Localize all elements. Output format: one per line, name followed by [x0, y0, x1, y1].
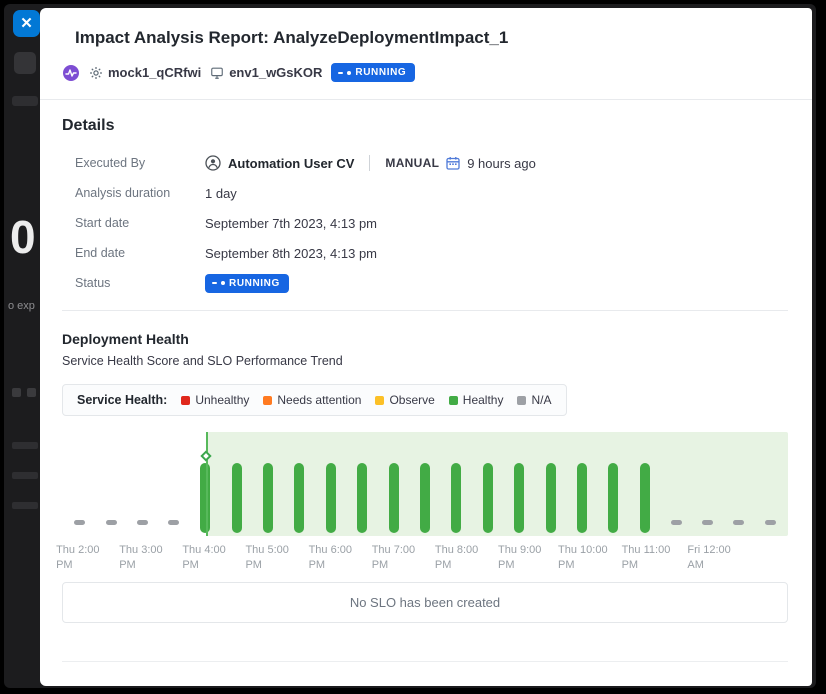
health-bar[interactable]: [95, 432, 126, 536]
health-bar[interactable]: [598, 432, 629, 536]
service-health-legend: Service Health: Unhealthy Needs attentio…: [62, 384, 567, 416]
health-bar[interactable]: [535, 432, 566, 536]
calendar-icon: [446, 156, 460, 170]
srm-module-icon: [62, 64, 80, 82]
x-axis-label: Thu 6:00PM: [309, 543, 352, 573]
environment-name-label: env1_wGsKOR: [229, 65, 322, 80]
health-bar[interactable]: [566, 432, 597, 536]
detail-row-executed-by: Executed By Automation User CV MANUAL 9 …: [75, 148, 788, 178]
health-bar[interactable]: [221, 432, 252, 536]
slo-empty-state: No SLO has been created: [62, 582, 788, 623]
health-bar[interactable]: [692, 432, 723, 536]
health-bar[interactable]: [315, 432, 346, 536]
health-bar[interactable]: [441, 432, 472, 536]
running-pulse-icon: [338, 72, 343, 74]
health-score-chart: Thu 2:00PMThu 3:00PMThu 4:00PMThu 5:00PM…: [62, 432, 788, 572]
health-bar[interactable]: [755, 432, 786, 536]
running-pulse-icon: [212, 282, 217, 284]
healthy-swatch: [449, 396, 458, 405]
detail-row-duration: Analysis duration 1 day: [75, 178, 788, 208]
x-axis-label: Thu 11:00PM: [622, 543, 671, 573]
executed-time: 9 hours ago: [467, 156, 536, 171]
x-axis-labels: Thu 2:00PMThu 3:00PMThu 4:00PMThu 5:00PM…: [62, 536, 788, 572]
detail-row-status: Status RUNNING: [75, 268, 788, 298]
na-swatch: [517, 396, 526, 405]
analysis-duration-value: 1 day: [205, 186, 237, 201]
deployment-marker[interactable]: [206, 432, 208, 536]
impact-analysis-drawer: Impact Analysis Report: AnalyzeDeploymen…: [40, 8, 812, 686]
x-axis-label: Fri 12:00AM: [687, 543, 730, 573]
legend-title: Service Health:: [77, 393, 167, 407]
background-chip: [12, 96, 38, 106]
x-axis-label: Thu 4:00PM: [182, 543, 225, 573]
x-axis-label: Thu 5:00PM: [245, 543, 288, 573]
gear-icon: [89, 66, 103, 80]
service-name[interactable]: mock1_qCRfwi: [89, 65, 201, 80]
background-table-row: [12, 472, 38, 479]
x-axis-label: Thu 9:00PM: [498, 543, 541, 573]
footer-divider: [62, 661, 788, 662]
detail-row-end-date: End date September 8th 2023, 4:13 pm: [75, 238, 788, 268]
background-table-row: [12, 442, 38, 449]
drawer-header: Impact Analysis Report: AnalyzeDeploymen…: [40, 8, 812, 48]
executed-by-user: Automation User CV: [228, 156, 354, 171]
divider: [62, 310, 788, 311]
deployment-health-section: Deployment Health Service Health Score a…: [40, 331, 812, 662]
status-badge: RUNNING: [331, 63, 415, 82]
health-bar[interactable]: [252, 432, 283, 536]
user-icon: [205, 155, 221, 171]
health-bar[interactable]: [347, 432, 378, 536]
end-date-value: September 8th 2023, 4:13 pm: [205, 246, 377, 261]
needs-attention-swatch: [263, 396, 272, 405]
health-bar[interactable]: [409, 432, 440, 536]
details-section: Details Executed By Automation User CV M…: [40, 117, 812, 311]
health-bar[interactable]: [472, 432, 503, 536]
observe-swatch: [375, 396, 384, 405]
health-bar[interactable]: [660, 432, 691, 536]
environment-name[interactable]: env1_wGsKOR: [210, 65, 322, 80]
background-table-row: [12, 502, 38, 509]
legend-item-needs-attention: Needs attention: [263, 393, 361, 407]
x-axis-label: Thu 7:00PM: [372, 543, 415, 573]
close-button[interactable]: ✕: [13, 10, 40, 37]
background-menu-icon: [14, 52, 36, 74]
background-count: 0: [10, 210, 36, 264]
status-badge-label: RUNNING: [355, 67, 406, 78]
start-date-value: September 7th 2023, 4:13 pm: [205, 216, 377, 231]
vertical-divider: [369, 155, 370, 171]
health-bar[interactable]: [64, 432, 95, 536]
detail-row-start-date: Start date September 7th 2023, 4:13 pm: [75, 208, 788, 238]
x-axis-label: Thu 3:00PM: [119, 543, 162, 573]
legend-item-na: N/A: [517, 393, 551, 407]
environment-icon: [210, 66, 224, 80]
report-meta-row: mock1_qCRfwi env1_wGsKOR RUNNING: [62, 63, 812, 82]
health-bar[interactable]: [158, 432, 189, 536]
unhealthy-swatch: [181, 396, 190, 405]
page-title: Impact Analysis Report: AnalyzeDeploymen…: [75, 28, 788, 48]
health-chart-plot: [62, 432, 788, 536]
status-badge: RUNNING: [205, 274, 289, 293]
deployment-health-heading: Deployment Health: [62, 331, 788, 347]
x-axis-label: Thu 10:00PM: [558, 543, 608, 573]
legend-item-healthy: Healthy: [449, 393, 504, 407]
health-bar[interactable]: [284, 432, 315, 536]
trigger-type: MANUAL: [385, 156, 439, 170]
health-bar[interactable]: [503, 432, 534, 536]
health-bar[interactable]: [378, 432, 409, 536]
health-bar[interactable]: [723, 432, 754, 536]
x-axis-label: Thu 8:00PM: [435, 543, 478, 573]
health-bar[interactable]: [127, 432, 158, 536]
x-axis-label: Thu 2:00PM: [56, 543, 99, 573]
divider: [40, 99, 812, 100]
deployment-health-subheading: Service Health Score and SLO Performance…: [62, 354, 788, 368]
background-text-fragment: o exp: [8, 300, 35, 312]
details-heading: Details: [62, 117, 788, 135]
health-bar[interactable]: [629, 432, 660, 536]
status-badge-label: RUNNING: [229, 278, 280, 289]
legend-item-observe: Observe: [375, 393, 434, 407]
legend-item-unhealthy: Unhealthy: [181, 393, 249, 407]
service-name-label: mock1_qCRfwi: [108, 65, 201, 80]
